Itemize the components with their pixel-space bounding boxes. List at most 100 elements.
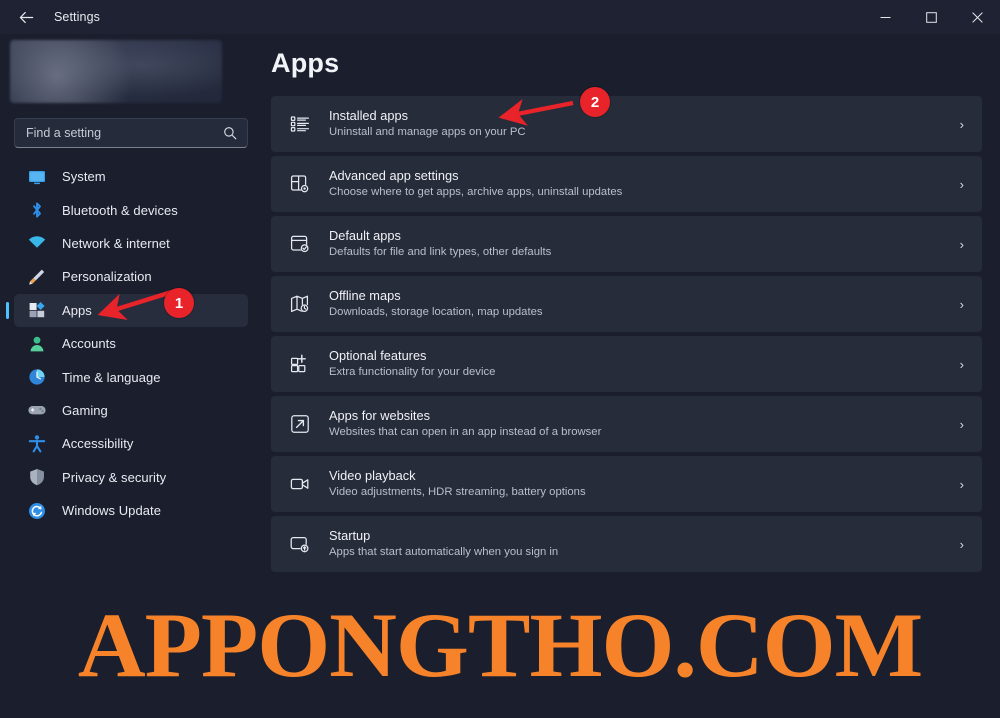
sidebar-item-bluetooth-devices[interactable]: Bluetooth & devices	[14, 193, 248, 226]
sidebar-item-accessibility[interactable]: Accessibility	[14, 427, 248, 460]
card-text: Startup Apps that start automatically wh…	[329, 528, 558, 560]
card-subtitle: Downloads, storage location, map updates	[329, 306, 543, 318]
card-subtitle: Defaults for file and link types, other …	[329, 246, 552, 258]
search-container	[14, 118, 248, 148]
window-controls	[862, 0, 1000, 34]
external-link-icon	[287, 411, 313, 437]
person-icon	[26, 333, 48, 355]
card-text: Default apps Defaults for file and link …	[329, 228, 551, 260]
list-bullets-icon	[287, 111, 313, 137]
sidebar-item-label: System	[62, 169, 106, 185]
shield-icon	[26, 466, 48, 488]
accessibility-icon	[26, 433, 48, 455]
chevron-right-icon: ›	[959, 356, 964, 372]
back-arrow-icon	[19, 11, 33, 23]
paintbrush-icon	[26, 266, 48, 288]
title-bar: Settings	[0, 0, 1000, 34]
sidebar-item-time-language[interactable]: Time & language	[14, 360, 248, 393]
sidebar-item-label: Windows Update	[62, 503, 161, 519]
chevron-right-icon: ›	[959, 416, 964, 432]
card-text: Apps for websites Websites that can open…	[329, 408, 601, 440]
card-text: Advanced app settings Choose where to ge…	[329, 168, 622, 200]
sidebar: System Bluetooth & devices Network & int…	[0, 34, 262, 572]
card-subtitle: Choose where to get apps, archive apps, …	[329, 186, 623, 198]
sidebar-item-network-internet[interactable]: Network & internet	[14, 227, 248, 260]
minimize-button[interactable]	[862, 0, 908, 34]
wifi-icon	[26, 232, 48, 254]
sidebar-item-accounts[interactable]: Accounts	[14, 327, 248, 360]
sidebar-item-label: Network & internet	[62, 235, 170, 251]
card-title: Startup	[329, 528, 371, 543]
annotation-badge-1: 1	[164, 288, 194, 318]
sidebar-item-windows-update[interactable]: Windows Update	[14, 494, 248, 527]
bluetooth-icon	[26, 199, 48, 221]
app-settings-icon	[287, 171, 313, 197]
gamepad-icon	[26, 399, 48, 421]
clock-globe-icon	[26, 366, 48, 388]
sidebar-nav: System Bluetooth & devices Network & int…	[0, 160, 262, 527]
sidebar-item-label: Time & language	[62, 369, 161, 385]
close-button[interactable]	[954, 0, 1000, 34]
card-video-playback[interactable]: Video playback Video adjustments, HDR st…	[271, 456, 982, 512]
card-advanced-app-settings[interactable]: Advanced app settings Choose where to ge…	[271, 156, 982, 212]
search-box[interactable]	[14, 118, 248, 148]
window-title: Settings	[54, 10, 100, 24]
maximize-icon	[925, 11, 937, 23]
maximize-button[interactable]	[908, 0, 954, 34]
sidebar-item-gaming[interactable]: Gaming	[14, 394, 248, 427]
card-text: Optional features Extra functionality fo…	[329, 348, 495, 380]
back-button[interactable]	[4, 2, 48, 32]
card-subtitle: Websites that can open in an app instead…	[329, 426, 602, 438]
startup-icon	[287, 531, 313, 557]
sidebar-item-label: Privacy & security	[62, 469, 167, 485]
sidebar-item-label: Apps	[62, 302, 92, 318]
update-icon	[26, 500, 48, 522]
chevron-right-icon: ›	[959, 176, 964, 192]
card-startup[interactable]: Startup Apps that start automatically wh…	[271, 516, 982, 572]
card-title: Installed apps	[329, 108, 408, 123]
sidebar-item-label: Accessibility	[62, 436, 134, 452]
card-text: Installed apps Uninstall and manage apps…	[329, 108, 526, 140]
apps-icon	[26, 299, 48, 321]
sidebar-item-label: Personalization	[62, 269, 152, 285]
card-title: Apps for websites	[329, 408, 431, 423]
sidebar-item-label: Bluetooth & devices	[62, 202, 178, 218]
page-title: Apps	[271, 48, 340, 78]
main-content: Apps Installed apps Uninstall and manage…	[262, 34, 1000, 572]
card-optional-features[interactable]: Optional features Extra functionality fo…	[271, 336, 982, 392]
card-text: Offline maps Downloads, storage location…	[329, 288, 543, 320]
card-title: Default apps	[329, 228, 401, 243]
card-title: Video playback	[329, 468, 416, 483]
card-title: Offline maps	[329, 288, 401, 303]
chevron-right-icon: ›	[959, 116, 964, 132]
watermark-area: APPONGTHO.COM	[0, 572, 1000, 718]
search-input[interactable]	[24, 125, 222, 141]
sidebar-item-label: Gaming	[62, 402, 108, 418]
optional-features-icon	[287, 351, 313, 377]
sidebar-item-personalization[interactable]: Personalization	[14, 260, 248, 293]
monitor-icon	[26, 166, 48, 188]
annotation-badge-2: 2	[580, 87, 610, 117]
sidebar-item-apps[interactable]: Apps	[6, 293, 248, 327]
card-apps-for-websites[interactable]: Apps for websites Websites that can open…	[271, 396, 982, 452]
chevron-right-icon: ›	[959, 236, 964, 252]
search-icon	[222, 125, 238, 141]
card-subtitle: Extra functionality for your device	[329, 366, 496, 378]
sidebar-item-label: Accounts	[62, 336, 116, 352]
card-default-apps[interactable]: Default apps Defaults for file and link …	[271, 216, 982, 272]
watermark-text: APPONGTHO.COM	[77, 594, 923, 696]
card-text: Video playback Video adjustments, HDR st…	[329, 468, 586, 500]
sidebar-item-privacy-security[interactable]: Privacy & security	[14, 461, 248, 494]
card-subtitle: Uninstall and manage apps on your PC	[329, 126, 526, 138]
card-installed-apps[interactable]: Installed apps Uninstall and manage apps…	[271, 96, 982, 152]
default-apps-icon	[287, 231, 313, 257]
settings-window: Settings Find a setting System Bluetooth…	[0, 0, 1000, 718]
card-offline-maps[interactable]: Offline maps Downloads, storage location…	[271, 276, 982, 332]
sidebar-item-system[interactable]: System	[14, 160, 248, 193]
card-title: Optional features	[329, 348, 427, 363]
map-icon	[287, 291, 313, 317]
user-profile-blurred[interactable]	[10, 40, 222, 103]
card-subtitle: Video adjustments, HDR streaming, batter…	[329, 486, 586, 498]
video-camera-icon	[287, 471, 313, 497]
card-title: Advanced app settings	[329, 168, 459, 183]
